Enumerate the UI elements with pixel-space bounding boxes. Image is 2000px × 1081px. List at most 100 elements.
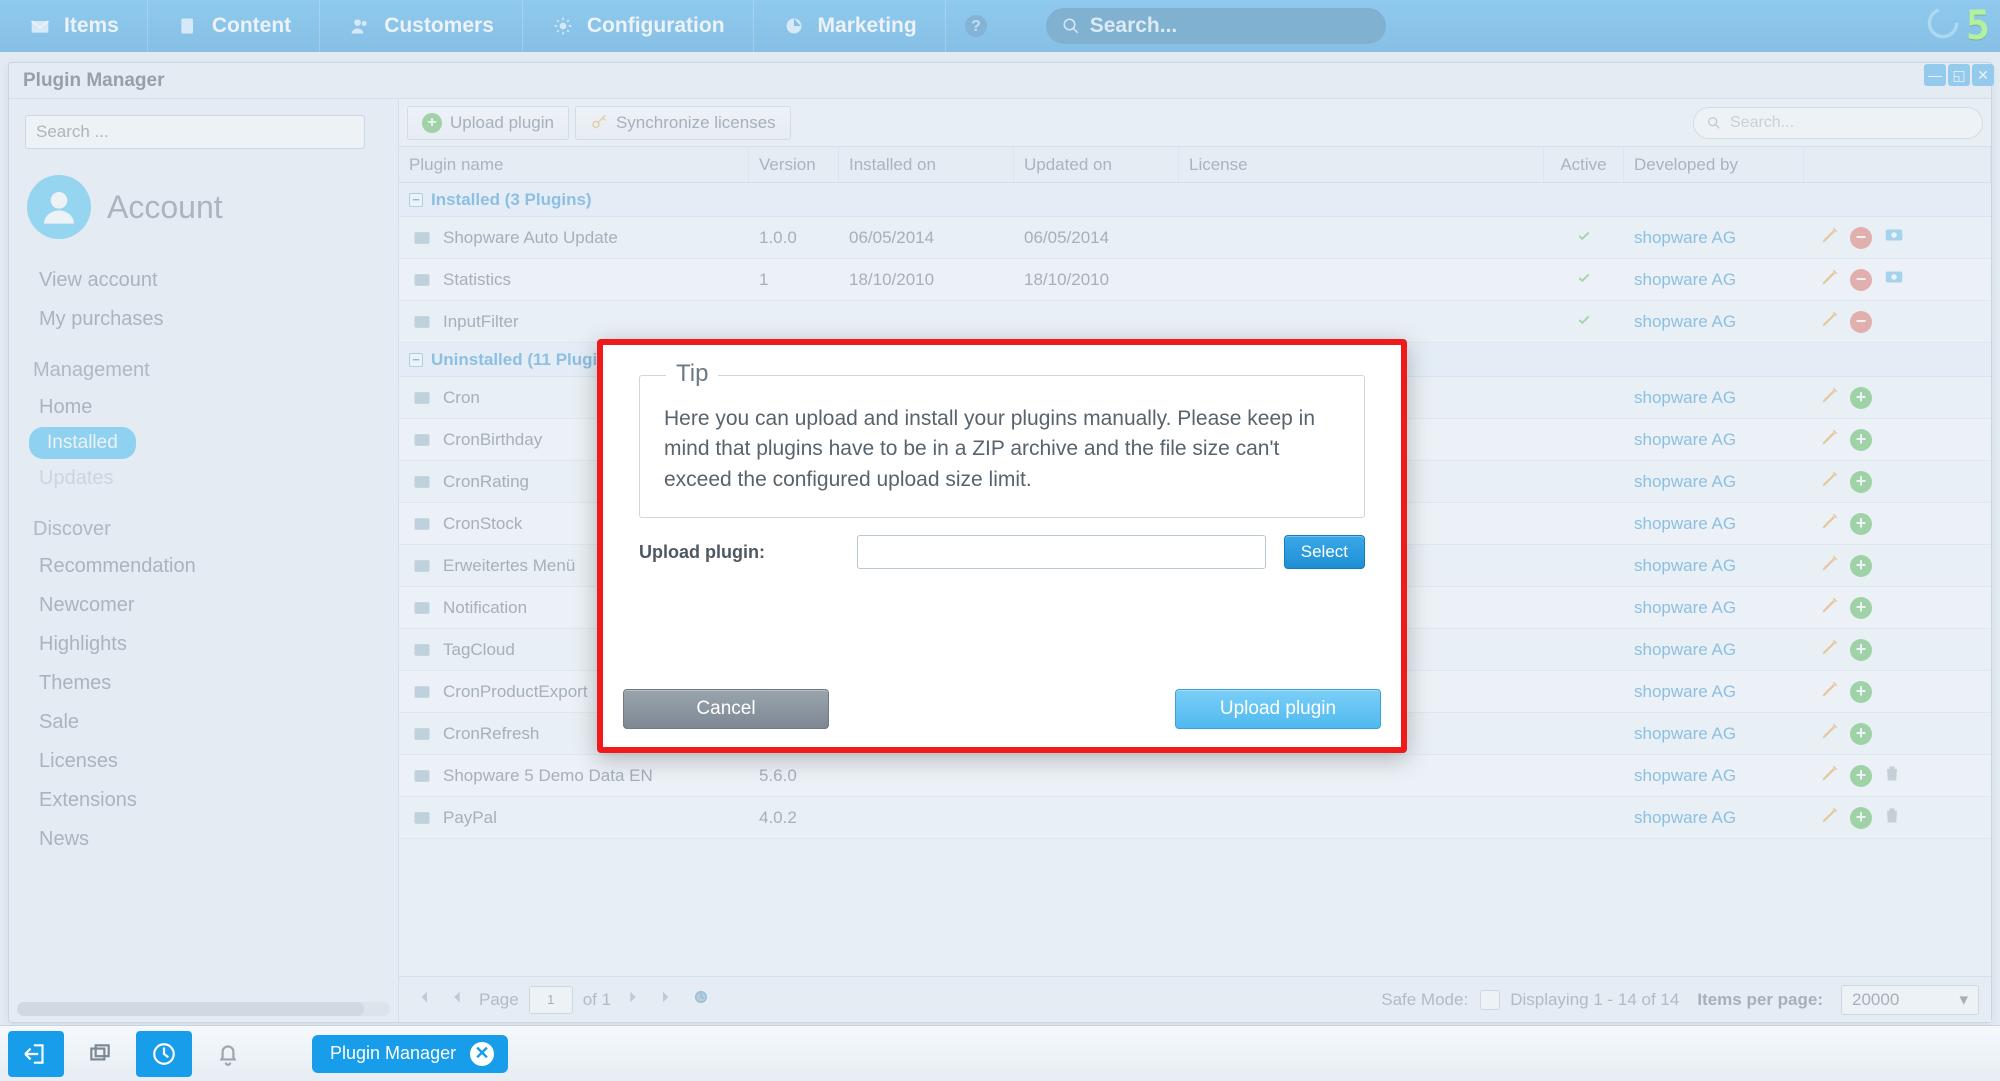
edit-icon[interactable] [1820, 805, 1840, 830]
edit-icon[interactable] [1820, 385, 1840, 410]
refresh-button[interactable] [689, 985, 713, 1014]
collapse-icon[interactable]: − [409, 193, 423, 207]
col-version[interactable]: Version [749, 147, 839, 182]
install-icon[interactable]: + [1850, 723, 1872, 745]
col-installed[interactable]: Installed on [839, 147, 1014, 182]
developer-link[interactable]: shopware AG [1634, 312, 1736, 332]
sidebar-link-my-purchases[interactable]: My purchases [9, 300, 398, 339]
collapse-icon[interactable]: − [409, 353, 423, 367]
col-developed[interactable]: Developed by [1624, 147, 1804, 182]
delete-icon[interactable] [1882, 804, 1902, 831]
edit-icon[interactable] [1820, 267, 1840, 292]
edit-icon[interactable] [1820, 309, 1840, 334]
sidebar-scrollbar[interactable] [17, 1002, 390, 1016]
close-button[interactable]: ✕ [1972, 64, 1994, 86]
developer-link[interactable]: shopware AG [1634, 808, 1736, 828]
reinstall-icon[interactable] [1882, 224, 1906, 251]
table-row[interactable]: Shopware 5 Demo Data EN5.6.0shopware AG+ [399, 755, 1991, 797]
install-icon[interactable]: + [1850, 681, 1872, 703]
edit-icon[interactable] [1820, 679, 1840, 704]
sidebar-link-themes[interactable]: Themes [9, 664, 398, 703]
nav-marketing[interactable]: Marketing [754, 0, 946, 52]
sidebar-link-news[interactable]: News [9, 820, 398, 859]
developer-link[interactable]: shopware AG [1634, 598, 1736, 618]
nav-content[interactable]: Content [148, 0, 320, 52]
developer-link[interactable]: shopware AG [1634, 766, 1736, 786]
table-row[interactable]: Statistics118/10/201018/10/2010shopware … [399, 259, 1991, 301]
developer-link[interactable]: shopware AG [1634, 270, 1736, 290]
taskbar-windows-icon[interactable] [72, 1031, 128, 1077]
developer-link[interactable]: shopware AG [1634, 228, 1736, 248]
remove-icon[interactable]: − [1850, 269, 1872, 291]
upload-plugin-button[interactable]: +Upload plugin [407, 106, 569, 140]
table-row[interactable]: Shopware Auto Update1.0.006/05/201406/05… [399, 217, 1991, 259]
sidebar-search-input[interactable] [25, 115, 365, 149]
remove-icon[interactable]: − [1850, 227, 1872, 249]
col-license[interactable]: License [1179, 147, 1544, 182]
col-updated[interactable]: Updated on [1014, 147, 1179, 182]
edit-icon[interactable] [1820, 511, 1840, 536]
edit-icon[interactable] [1820, 763, 1840, 788]
ipp-select[interactable]: 20000▾ [1841, 985, 1979, 1015]
col-active[interactable]: Active [1544, 147, 1624, 182]
delete-icon[interactable] [1882, 762, 1902, 789]
sidebar-link-sale[interactable]: Sale [9, 703, 398, 742]
safe-mode-checkbox[interactable] [1480, 990, 1500, 1010]
sync-licenses-button[interactable]: Synchronize licenses [575, 106, 791, 140]
edit-icon[interactable] [1820, 595, 1840, 620]
taskbar-logout-icon[interactable] [8, 1031, 64, 1077]
minimize-button[interactable]: — [1924, 64, 1946, 86]
install-icon[interactable]: + [1850, 471, 1872, 493]
developer-link[interactable]: shopware AG [1634, 430, 1736, 450]
sidebar-link-highlights[interactable]: Highlights [9, 625, 398, 664]
taskbar-plugin-manager-pill[interactable]: Plugin Manager ✕ [312, 1035, 508, 1073]
sidebar-link-updates[interactable]: Updates [9, 459, 398, 498]
sidebar-link-newcomer[interactable]: Newcomer [9, 586, 398, 625]
reinstall-icon[interactable] [1882, 266, 1906, 293]
nav-configuration[interactable]: Configuration [523, 0, 754, 52]
page-prev-button[interactable] [445, 985, 469, 1014]
taskbar-cache-icon[interactable] [136, 1031, 192, 1077]
install-icon[interactable]: + [1850, 639, 1872, 661]
sidebar-link-recommendation[interactable]: Recommendation [9, 547, 398, 586]
install-icon[interactable]: + [1850, 555, 1872, 577]
close-icon[interactable]: ✕ [470, 1042, 494, 1066]
developer-link[interactable]: shopware AG [1634, 556, 1736, 576]
nav-customers[interactable]: Customers [320, 0, 523, 52]
remove-icon[interactable]: − [1850, 311, 1872, 333]
sidebar-link-licenses[interactable]: Licenses [9, 742, 398, 781]
upload-submit-button[interactable]: Upload plugin [1175, 689, 1381, 729]
sidebar-link-view-account[interactable]: View account [9, 261, 398, 300]
developer-link[interactable]: shopware AG [1634, 472, 1736, 492]
developer-link[interactable]: shopware AG [1634, 514, 1736, 534]
nav-items[interactable]: Items [0, 0, 148, 52]
edit-icon[interactable] [1820, 225, 1840, 250]
sidebar-link-extensions[interactable]: Extensions [9, 781, 398, 820]
table-row[interactable]: InputFiltershopware AG− [399, 301, 1991, 343]
install-icon[interactable]: + [1850, 513, 1872, 535]
grid-search[interactable]: Search... [1693, 107, 1983, 139]
developer-link[interactable]: shopware AG [1634, 640, 1736, 660]
maximize-button[interactable]: ◱ [1948, 64, 1970, 86]
upload-file-input[interactable] [857, 535, 1266, 569]
sidebar-link-installed[interactable]: Installed [29, 427, 136, 459]
install-icon[interactable]: + [1850, 387, 1872, 409]
select-file-button[interactable]: Select [1284, 535, 1365, 569]
help-icon[interactable]: ? [946, 14, 1006, 38]
global-search[interactable]: Search... [1046, 8, 1386, 44]
edit-icon[interactable] [1820, 721, 1840, 746]
cancel-button[interactable]: Cancel [623, 689, 829, 729]
developer-link[interactable]: shopware AG [1634, 682, 1736, 702]
edit-icon[interactable] [1820, 427, 1840, 452]
developer-link[interactable]: shopware AG [1634, 724, 1736, 744]
page-first-button[interactable] [411, 985, 435, 1014]
edit-icon[interactable] [1820, 637, 1840, 662]
table-row[interactable]: PayPal4.0.2shopware AG+ [399, 797, 1991, 839]
edit-icon[interactable] [1820, 553, 1840, 578]
edit-icon[interactable] [1820, 469, 1840, 494]
page-last-button[interactable] [655, 985, 679, 1014]
developer-link[interactable]: shopware AG [1634, 388, 1736, 408]
page-next-button[interactable] [621, 985, 645, 1014]
page-input[interactable] [529, 986, 573, 1014]
col-name[interactable]: Plugin name [399, 147, 749, 182]
